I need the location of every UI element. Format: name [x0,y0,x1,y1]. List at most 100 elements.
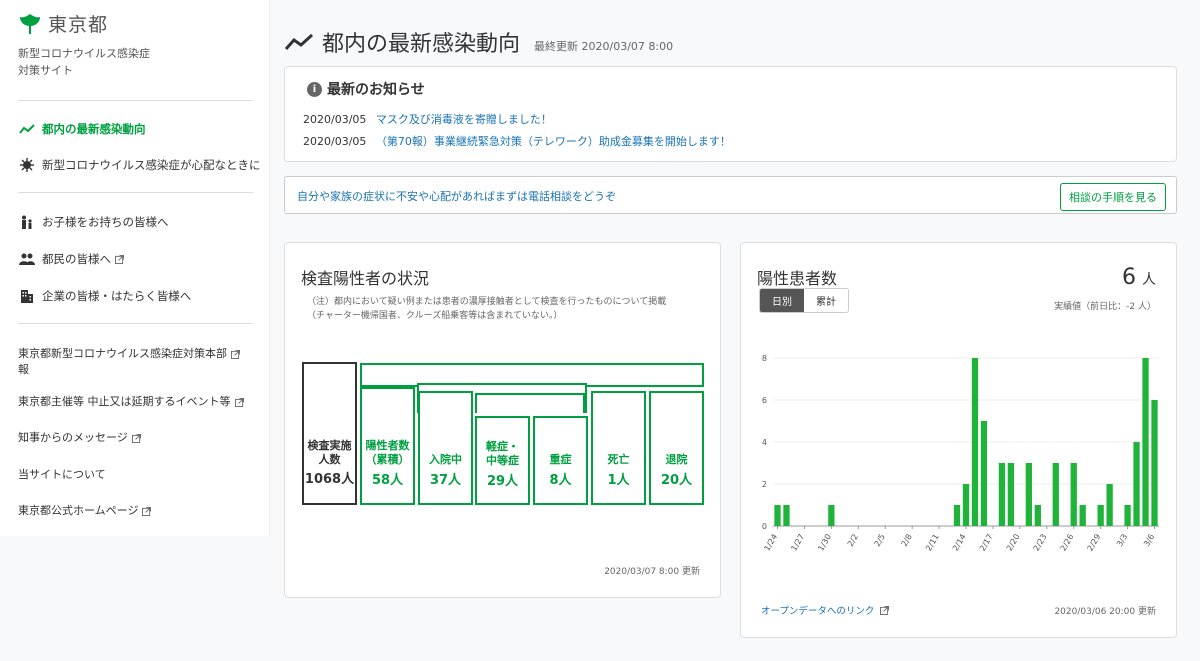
bar-3/5[interactable] [1142,358,1149,526]
external-link-icon [231,350,240,359]
x-tick-label: 2/23 [1032,533,1049,553]
consult-procedure-button[interactable]: 相談の手順を見る [1060,183,1166,211]
bar-2/26[interactable] [1070,463,1077,526]
y-tick-label: 2 [762,480,767,489]
sidebar-item-citizens[interactable]: 都民の皆様へ [18,249,124,269]
y-tick-label: 4 [762,438,767,447]
box-label: 人数 [318,453,341,466]
sidebar-item-latest-trends[interactable]: 都内の最新感染動向 [18,119,146,139]
family-icon [18,214,36,230]
bar-2/29[interactable] [1097,505,1104,526]
sidebar-item-business[interactable]: 企業の皆様・はたらく皆様へ [18,286,191,306]
box-discharged: 退院 20人 [649,391,704,505]
bar-2/19[interactable] [1007,463,1015,526]
card-updated: 2020/03/06 20:00 更新 [1054,607,1156,617]
news-date: 2020/03/05 [303,113,367,126]
sidebar: 東京都 新型コロナウイルス感染症 対策サイト 都内の最新感染動向 新型コロナウイ… [0,0,270,536]
box-value: 8人 [549,473,572,488]
sidebar-divider [18,323,253,324]
box-label: 軽症・ [486,440,519,453]
sidebar-item-worried[interactable]: 新型コロナウイルス感染症が心配なときに [18,155,261,175]
trend-icon [284,33,314,50]
sidebar-link-about[interactable]: 当サイトについて [18,467,106,483]
bar-1/25[interactable] [783,505,790,526]
bar-2/18[interactable] [998,463,1006,526]
box-positive: 陽性者数 （累積） 58人 [360,387,415,505]
box-value: 29人 [486,474,519,489]
test-status-card: 検査陽性者の状況 （注）都内において疑い例または患者の濃厚接触者として検査を行っ… [284,242,721,598]
sidebar-link-governor-message[interactable]: 知事からのメッセージ [18,430,141,446]
bar-2/24[interactable] [1052,463,1059,526]
x-tick-label: 1/30 [816,533,833,553]
toggle-cumulative[interactable]: 累計 [804,289,848,312]
external-link-icon [234,398,244,407]
bar-2/27[interactable] [1079,505,1086,526]
site-title-line2: 対策サイト [18,64,73,77]
x-tick-label: 2/11 [924,533,941,553]
bar-2/16[interactable] [980,421,988,526]
x-tick-label: 2/26 [1059,533,1076,553]
box-hospitalized: 入院中 37人 [418,391,473,505]
box-label: 中等症 [486,454,519,467]
sidebar-link-label: 東京都公式ホームページ [18,504,139,517]
x-tick-label: 2/17 [978,533,995,553]
sidebar-link-label-line2: 報 [18,363,29,376]
bar-2/22[interactable] [1034,505,1041,526]
sidebar-link-events[interactable]: 東京都主催等 中止又は延期するイベント等 [18,394,244,410]
sidebar-item-label: 都内の最新感染動向 [42,122,146,136]
box-label: 重症 [549,453,572,466]
card-title: 検査陽性者の状況 [301,269,430,288]
external-link-icon [142,507,152,516]
toggle-daily[interactable]: 日別 [760,289,804,312]
news-link[interactable]: （第70報）事業継続緊急対策（テレワーク）助成金募集を開始します！ [376,135,731,148]
last-updated: 最終更新 2020/03/07 8:00 [534,40,674,53]
box-label: （累積） [365,453,410,466]
card-title: 陽性患者数 [757,269,838,288]
box-value: 20人 [660,473,693,488]
box-tested: 検査実施 人数 1068人 [302,362,357,505]
sidebar-item-label: 都民の皆様へ [42,252,111,266]
bar-3/3[interactable] [1124,505,1131,526]
sidebar-link-hq-reports[interactable]: 東京都新型コロナウイルス感染症対策本部 報 [18,346,253,378]
site-title-line1: 新型コロナウイルス感染症 [18,47,150,60]
box-mild: 軽症・ 中等症 29人 [475,416,530,505]
note-line2: （チャーター機帰国者、クルーズ船乗客等は含まれていない。） [307,311,563,321]
bar-3/6[interactable] [1151,400,1158,526]
box-value: 37人 [429,473,462,488]
news-date: 2020/03/05 [303,135,367,148]
bar-2/13[interactable] [953,505,961,526]
x-tick-label: 2/20 [1005,533,1022,553]
bar-1/24[interactable] [774,505,781,526]
bar-2/15[interactable] [971,358,979,526]
ginkgo-logo-icon [20,13,40,34]
x-tick-label: 2/5 [873,533,887,549]
bar-2/14[interactable] [962,484,970,526]
bar-3/1[interactable] [1106,484,1113,526]
sidebar-link-official-site[interactable]: 東京都公式ホームページ [18,503,152,519]
consult-banner: 自分や家族の症状に不安や心配があればまずは電話相談をどうぞ 相談の手順を見る [284,176,1177,214]
mild-frame [475,393,585,413]
x-tick-label: 3/6 [1142,533,1156,549]
bar-3/4[interactable] [1133,442,1140,526]
y-tick-label: 8 [762,354,767,363]
day-over-day: 実績値（前日比：-2 人） [1054,302,1156,312]
news-item: 2020/03/05 マスク及び消毒液を寄贈しました！ [303,111,552,127]
bar-2/21[interactable] [1025,463,1032,526]
card-updated: 2020/03/07 8:00 更新 [604,567,700,577]
sidebar-item-label: 企業の皆様・はたらく皆様へ [42,289,192,303]
sidebar-link-label: 知事からのメッセージ [18,431,128,444]
sidebar-item-parents[interactable]: お子様をお持ちの皆様へ [18,212,169,232]
box-label: 入院中 [429,453,462,466]
consult-link[interactable]: 自分や家族の症状に不安や心配があればまずは電話相談をどうぞ [297,188,616,204]
patients-bar-chart: 0 2 4 6 8 1/24 1/27 1/30 2/2 2/5 2/8 2/11 2/14 2/17 2/… [762,354,1159,553]
site-logo[interactable]: 東京都 [18,10,108,37]
box-value: 58人 [371,473,404,488]
open-data-link[interactable]: オープンデータへのリンク [761,603,890,617]
bar-1/30[interactable] [828,505,835,526]
box-label: 検査実施 [307,439,352,452]
total-unit: 人 [1142,272,1156,288]
sidebar-item-label: 新型コロナウイルス感染症が心配なときに [42,158,261,172]
sidebar-link-label: 東京都新型コロナウイルス感染症対策本部 [18,347,227,360]
x-tick-label: 1/24 [762,533,779,553]
news-link[interactable]: マスク及び消毒液を寄贈しました！ [376,113,552,126]
